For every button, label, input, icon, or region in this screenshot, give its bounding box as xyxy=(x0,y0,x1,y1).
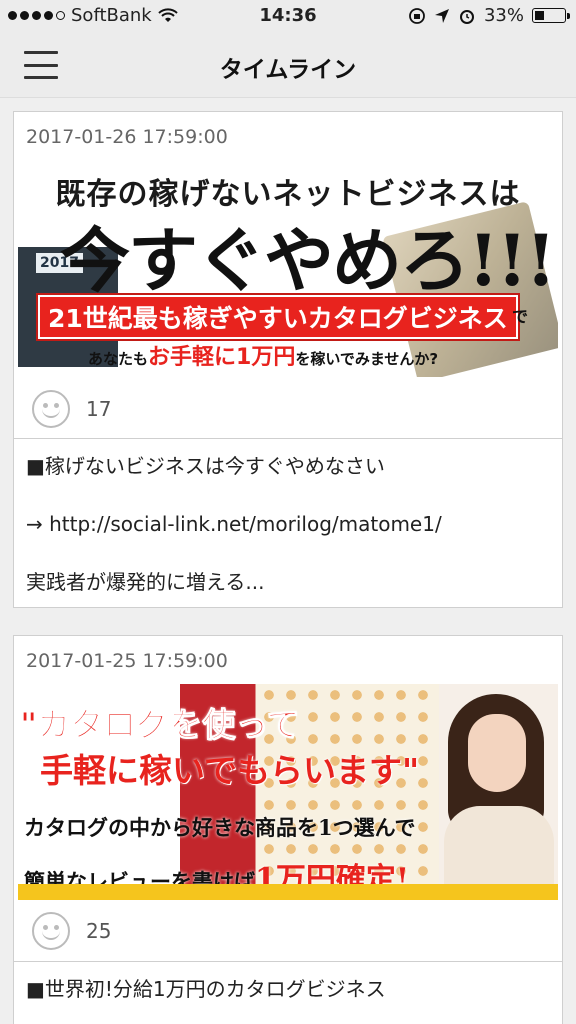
battery-fill xyxy=(535,11,545,20)
post-link[interactable]: → http://social-link.net/morilog/matome1… xyxy=(26,512,552,536)
smiley-icon[interactable] xyxy=(32,390,70,428)
post-text-line: 実践者が爆発的に増える... xyxy=(26,570,265,594)
post-date: 2017-01-26 17:59:00 xyxy=(26,126,228,148)
like-count: 17 xyxy=(86,397,112,421)
rotation-lock-icon xyxy=(409,7,425,24)
woman-face xyxy=(468,714,526,792)
like-row: 25 xyxy=(32,912,111,950)
post-banner-image[interactable]: "カタログを使って 手軽に稼いでもらいます" カタログの中から好きな商品を1つ選… xyxy=(18,684,558,900)
banner-bottom-suffix: を稼いでみませんか? xyxy=(295,350,439,368)
woman-photo xyxy=(434,688,558,896)
post-banner-image[interactable]: 2017 既存の稼げないネットビジネスは 今すぐやめろ!!! 21世紀最も稼ぎや… xyxy=(18,167,558,377)
banner-main-text: 今すぐやめろ!!! xyxy=(60,219,556,302)
like-row: 17 xyxy=(32,390,111,428)
banner-title-line2: 手軽に稼いでもらいます" xyxy=(40,751,420,790)
banner-bottom-prefix: あなたも xyxy=(88,350,149,368)
banner-bottom-highlight: お手軽に1万円 xyxy=(148,345,296,370)
banner-bottom-text: あなたもお手軽に1万円を稼いでみませんか? xyxy=(88,339,438,371)
nav-bar: タイムライン xyxy=(0,32,576,98)
timeline-post[interactable]: 2017-01-25 17:59:00 "カタログを使って 手軽に稼いでもらいま… xyxy=(13,635,563,1024)
location-icon xyxy=(434,8,449,23)
woman-body xyxy=(444,806,554,896)
status-bar: SoftBank 14:36 33% xyxy=(0,0,576,32)
divider xyxy=(14,438,562,439)
smiley-icon[interactable] xyxy=(32,912,70,950)
banner-ribbon xyxy=(18,884,558,900)
timeline-post[interactable]: 2017-01-26 17:59:00 2017 既存の稼げないネットビジネスは… xyxy=(13,111,563,608)
post-text-line: ■稼げないビジネスは今すぐやめなさい xyxy=(26,454,385,478)
post-body: ■稼げないビジネスは今すぐやめなさい → http://social-link.… xyxy=(26,454,552,628)
banner-title-line1: "カタログを使って xyxy=(20,705,301,745)
banner-sub-line1: カタログの中から好きな商品を1つ選んで xyxy=(24,815,416,840)
status-right: 33% xyxy=(408,5,570,26)
like-count: 25 xyxy=(86,919,112,943)
banner-red-suffix: で xyxy=(512,307,529,326)
battery-icon xyxy=(532,8,570,23)
battery-percent: 33% xyxy=(483,5,524,26)
post-body: ■世界初!分給1万円のカタログビジネス xyxy=(26,977,552,1024)
post-text-line: ■世界初!分給1万円のカタログビジネス xyxy=(26,977,386,1001)
alarm-icon xyxy=(459,9,474,24)
divider xyxy=(14,961,562,962)
banner-red-text: 21世紀最も稼ぎやすいカタログビジネス xyxy=(38,295,518,339)
post-date: 2017-01-25 17:59:00 xyxy=(26,650,228,672)
page-title: タイムライン xyxy=(219,57,357,83)
